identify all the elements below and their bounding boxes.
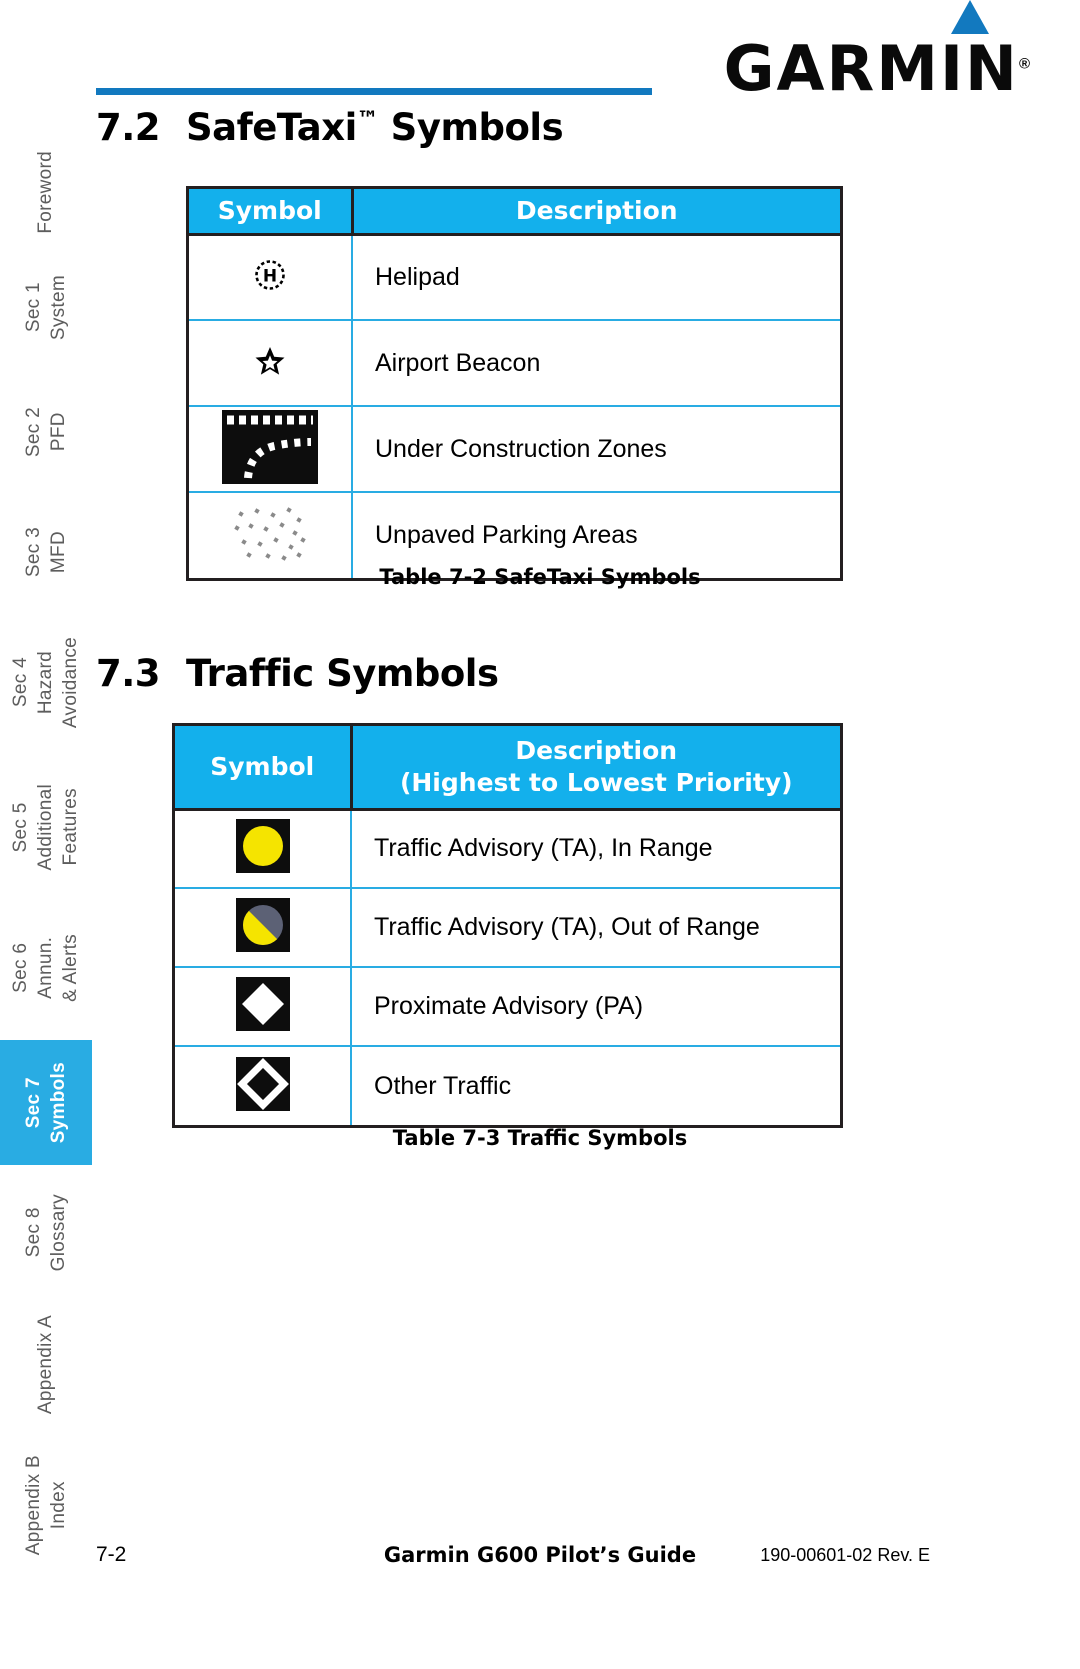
garmin-name: GARMIN — [723, 32, 1019, 105]
symbol-cell: H — [189, 234, 353, 321]
table-row: Under Construction Zones — [189, 406, 840, 493]
symbol-cell — [189, 320, 353, 407]
column-header-description: Description (Highest to Lowest Priority) — [351, 726, 840, 811]
symbol-cell — [175, 967, 352, 1047]
symbol-cell — [175, 888, 352, 968]
page-title-safetaxi-symbols: SafeTaxi™ Symbols — [186, 106, 564, 149]
section-number-7-2: 7.2 — [96, 106, 161, 149]
sidebar-item-sec8-glossary[interactable]: Sec 8 Glossary — [0, 1170, 92, 1295]
table-row: Airport Beacon — [189, 320, 840, 407]
section-tab-rail: Foreword Sec 1 System Sec 2 PFD Sec 3 MF… — [0, 140, 92, 1555]
table-header-row: Symbol Description — [189, 189, 840, 236]
unpaved-parking-icon — [233, 504, 307, 567]
description-cell: Traffic Advisory (TA), In Range — [351, 809, 840, 889]
page: GARMIN® Foreword Sec 1 System Sec 2 PFD … — [0, 0, 1080, 1669]
header-rule — [96, 88, 652, 95]
other-traffic-icon — [235, 1056, 290, 1116]
symbol-cell — [175, 1046, 352, 1125]
table-row: Traffic Advisory (TA), Out of Range — [175, 888, 840, 968]
svg-text:H: H — [263, 266, 277, 286]
description-cell: Under Construction Zones — [352, 406, 840, 493]
table-safetaxi-symbols: Symbol Description H Helipad Airport Bea… — [186, 186, 843, 581]
ta-in-range-icon — [235, 819, 290, 878]
sidebar-item-label: Sec 4 Hazard Avoidance — [10, 636, 82, 729]
column-header-symbol: Symbol — [175, 726, 353, 811]
sidebar-item-label: Sec 6 Annun. & Alerts — [10, 933, 82, 1002]
sidebar-item-appendix-a[interactable]: Appendix A — [0, 1300, 92, 1430]
sidebar-item-sec6-annun-alerts[interactable]: Sec 6 Annun. & Alerts — [0, 900, 92, 1035]
page-footer: 7-2 Garmin G600 Pilot’s Guide 190-00601-… — [0, 1543, 1080, 1573]
garmin-wordmark: GARMIN® — [724, 0, 1032, 100]
under-construction-icon — [222, 409, 318, 489]
sidebar-item-label: Foreword — [35, 151, 57, 234]
sidebar-item-label: Sec 1 System — [22, 274, 69, 341]
sidebar-item-sec4-hazard-avoidance[interactable]: Sec 4 Hazard Avoidance — [0, 610, 92, 755]
helipad-icon: H — [253, 258, 287, 297]
table-caption-7-2: Table 7-2 SafeTaxi Symbols — [379, 565, 701, 589]
sidebar-item-label: Sec 5 Additional Features — [10, 784, 82, 871]
column-header-description-line1: Description — [515, 735, 678, 765]
proximate-advisory-icon — [235, 977, 290, 1036]
sidebar-item-sec2-pfd[interactable]: Sec 2 PFD — [0, 375, 92, 490]
description-cell: Helipad — [352, 234, 840, 321]
ta-out-of-range-icon — [235, 898, 290, 957]
trademark-mark: ™ — [356, 107, 379, 133]
sidebar-item-label: Sec 8 Glossary — [22, 1193, 69, 1272]
table-header-row: Symbol Description (Highest to Lowest Pr… — [175, 726, 840, 811]
description-cell: Traffic Advisory (TA), Out of Range — [351, 888, 840, 968]
symbol-cell — [175, 809, 352, 889]
table-traffic-symbols: Symbol Description (Highest to Lowest Pr… — [172, 723, 843, 1128]
part-number: 190-00601-02 Rev. E — [760, 1545, 930, 1565]
page-title-traffic-symbols: Traffic Symbols — [186, 652, 499, 695]
sidebar-item-label: Appendix B Index — [22, 1454, 69, 1556]
description-cell: Airport Beacon — [352, 320, 840, 407]
sidebar-item-label: Appendix A — [35, 1315, 57, 1415]
column-header-symbol: Symbol — [189, 189, 354, 236]
column-header-description: Description — [352, 189, 840, 236]
registered-mark: ® — [1018, 55, 1032, 73]
description-cell: Other Traffic — [374, 1071, 512, 1100]
sidebar-item-sec5-additional-features[interactable]: Sec 5 Additional Features — [0, 755, 92, 900]
section-title-post: Symbols — [378, 106, 564, 149]
table-row: Traffic Advisory (TA), In Range — [175, 809, 840, 889]
table-row: Other Traffic — [175, 1046, 840, 1125]
description-cell: Proximate Advisory (PA) — [351, 967, 840, 1047]
sidebar-item-label: Sec 2 PFD — [22, 407, 69, 458]
table-row: Proximate Advisory (PA) — [175, 967, 840, 1047]
airport-beacon-icon — [253, 344, 287, 383]
table-row: H Helipad — [189, 234, 840, 321]
sidebar-item-foreword[interactable]: Foreword — [0, 140, 92, 245]
column-header-description-line2: (Highest to Lowest Priority) — [399, 767, 793, 797]
section-number-7-3: 7.3 — [96, 652, 161, 695]
section-title-pre: SafeTaxi — [186, 106, 357, 149]
garmin-logo: GARMIN® — [724, 0, 1032, 100]
symbol-cell — [189, 406, 353, 493]
table-caption-7-3: Table 7-3 Traffic Symbols — [392, 1126, 688, 1150]
sidebar-item-sec3-mfd[interactable]: Sec 3 MFD — [0, 495, 92, 610]
garmin-triangle-icon — [951, 0, 989, 34]
sidebar-item-sec1-system[interactable]: Sec 1 System — [0, 250, 92, 365]
